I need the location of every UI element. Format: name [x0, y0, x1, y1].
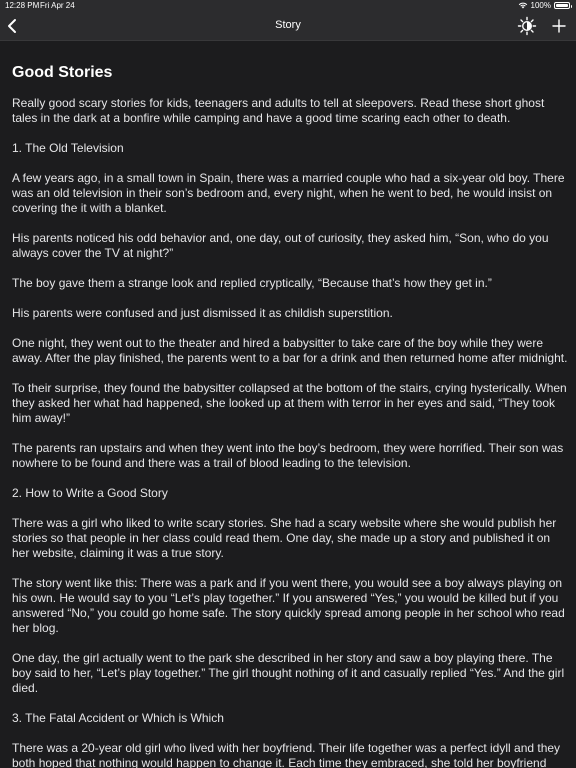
section-heading: 3. The Fatal Accident or Which is Which — [12, 711, 224, 725]
status-date: Fri Apr 24 — [40, 1, 75, 10]
article-paragraph: The parents ran upstairs and when they w… — [12, 441, 564, 470]
article-paragraph: A few years ago, in a small town in Spai… — [12, 171, 565, 215]
article-paragraph: One day, the girl actually went to the p… — [12, 651, 565, 695]
status-bar: 12:28 PM Fri Apr 24 100% — [0, 0, 576, 12]
wifi-icon — [518, 2, 527, 9]
article-paragraph: To their surprise, they found the babysi… — [12, 381, 567, 425]
article-paragraph: His parents noticed his odd behavior and… — [12, 231, 549, 260]
article-paragraph: His parents were confused and just dismi… — [12, 306, 393, 320]
navigation-bar: Story — [0, 12, 576, 41]
article-paragraph: There was a 20-year old girl who lived w… — [12, 741, 561, 768]
nav-title: Story — [275, 19, 301, 31]
article-paragraph: Really good scary stories for kids, teen… — [12, 96, 545, 125]
status-right: 100% — [518, 1, 572, 10]
add-button[interactable] — [549, 16, 569, 36]
status-time: 12:28 PM — [5, 1, 40, 10]
section-heading: 1. The Old Television — [12, 141, 124, 155]
article-paragraph: There was a girl who liked to write scar… — [12, 516, 557, 560]
article-title: Good Stories — [12, 64, 113, 81]
story-content[interactable]: Good Stories Really good scary stories f… — [12, 52, 568, 768]
article-paragraph: The boy gave them a strange look and rep… — [12, 276, 492, 290]
article-paragraph: One night, they went out to the theater … — [12, 336, 568, 365]
battery-percent: 100% — [530, 1, 551, 10]
battery-fill — [556, 4, 568, 7]
brightness-button[interactable] — [517, 16, 537, 36]
article-paragraph: The story went like this: There was a pa… — [12, 576, 565, 635]
battery-icon — [554, 2, 572, 9]
section-heading: 2. How to Write a Good Story — [12, 486, 168, 500]
